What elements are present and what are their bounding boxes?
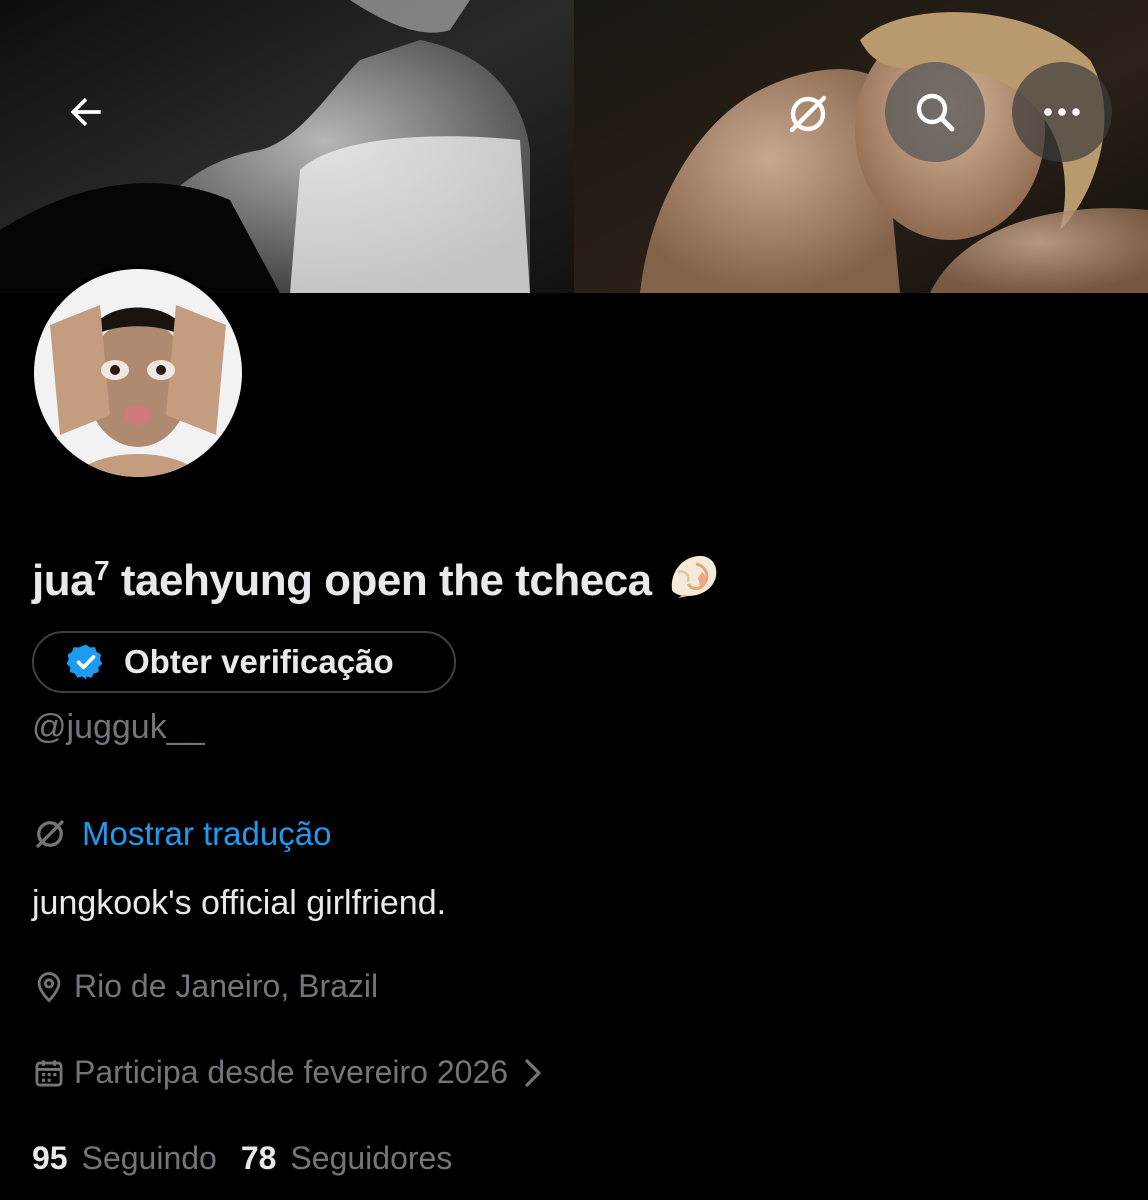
chevron-right-icon xyxy=(525,1058,541,1087)
display-name-rest: taehyung open the tcheca xyxy=(109,555,652,605)
more-horizontal-icon xyxy=(1044,108,1080,116)
show-translation-link[interactable]: Mostrar tradução xyxy=(32,815,331,853)
followers-label: Seguidores xyxy=(290,1140,453,1176)
more-options-button[interactable] xyxy=(1012,62,1112,162)
follow-stats: 95 Seguindo 78 Seguidores xyxy=(32,1140,476,1177)
show-translation-label: Mostrar tradução xyxy=(82,815,332,852)
verified-badge-icon xyxy=(66,644,103,680)
followers-count: 78 xyxy=(240,1140,277,1176)
calendar-icon xyxy=(35,1059,63,1086)
profile-bio: jungkook's official girlfriend. xyxy=(32,884,447,922)
translate-button[interactable] xyxy=(758,64,858,164)
shell-icon xyxy=(666,550,720,611)
arrow-left-icon xyxy=(70,97,101,127)
display-name: jua 7 taehyung open the tcheca xyxy=(32,550,720,611)
location-text: Rio de Janeiro, Brazil xyxy=(74,968,379,1004)
joined-date[interactable]: Participa desde fevereiro 2026 xyxy=(32,1054,544,1091)
user-handle: @jugguk__ xyxy=(32,708,205,746)
search-icon xyxy=(916,93,955,132)
profile-location: Rio de Janeiro, Brazil xyxy=(32,968,378,1005)
followers-link[interactable]: 78 Seguidores xyxy=(241,1140,452,1177)
following-label: Seguindo xyxy=(81,1140,217,1176)
search-button[interactable] xyxy=(885,62,985,162)
following-count: 95 xyxy=(32,1140,68,1176)
translate-globe-icon xyxy=(36,820,64,848)
back-button[interactable] xyxy=(36,62,136,162)
get-verified-label: Obter verificação xyxy=(124,643,394,680)
location-pin-icon xyxy=(37,971,61,1002)
get-verified-button[interactable]: Obter verificação xyxy=(32,631,456,693)
profile-banner-image[interactable] xyxy=(0,0,1148,293)
redaction-scribble xyxy=(790,1020,886,1090)
avatar[interactable] xyxy=(30,265,246,481)
display-name-main: jua xyxy=(32,555,95,605)
display-name-superscript: 7 xyxy=(94,554,110,586)
joined-text: Participa desde fevereiro 2026 xyxy=(74,1054,509,1090)
translate-globe-icon xyxy=(789,95,827,133)
following-link[interactable]: 95 Seguindo xyxy=(32,1140,217,1177)
